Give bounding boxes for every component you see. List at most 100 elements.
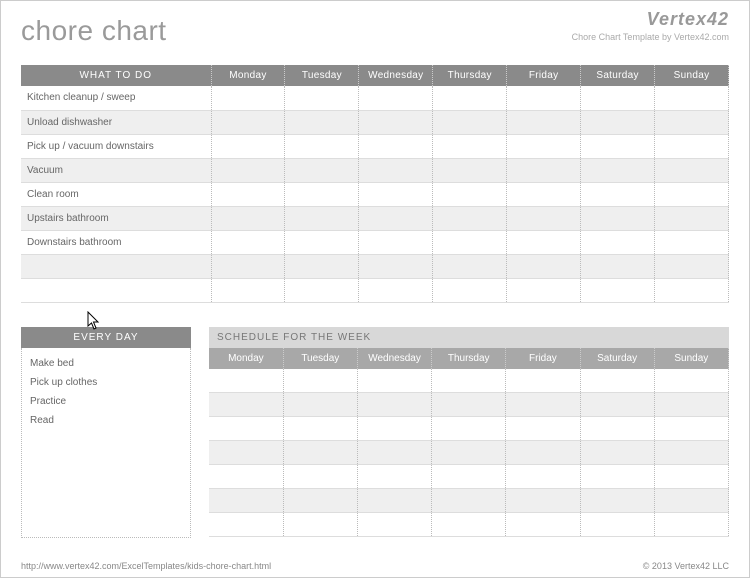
chore-cell bbox=[285, 278, 359, 302]
sched-cell bbox=[209, 465, 283, 489]
chore-cell bbox=[433, 134, 507, 158]
footer: http://www.vertex42.com/ExcelTemplates/k… bbox=[21, 561, 729, 571]
chore-cell bbox=[581, 158, 655, 182]
sched-cell bbox=[506, 393, 580, 417]
sched-cell bbox=[357, 465, 431, 489]
day-header: Monday bbox=[209, 348, 283, 369]
chore-cell bbox=[433, 254, 507, 278]
chore-cell bbox=[655, 254, 729, 278]
sched-cell bbox=[209, 369, 283, 393]
sched-cell bbox=[209, 513, 283, 537]
page: chore chart Vertex42 Chore Chart Templat… bbox=[0, 0, 750, 578]
list-item: Make bed bbox=[30, 354, 182, 373]
sched-cell bbox=[654, 465, 728, 489]
chore-cell bbox=[581, 278, 655, 302]
sched-cell bbox=[432, 393, 506, 417]
chore-cell bbox=[285, 134, 359, 158]
chore-cell bbox=[433, 182, 507, 206]
table-row bbox=[209, 465, 729, 489]
chore-cell bbox=[433, 230, 507, 254]
chore-cell bbox=[655, 230, 729, 254]
sched-cell bbox=[580, 417, 654, 441]
chore-cell bbox=[359, 254, 433, 278]
sched-cell bbox=[654, 369, 728, 393]
sched-cell bbox=[580, 465, 654, 489]
sched-cell bbox=[432, 417, 506, 441]
table-row: Clean room bbox=[21, 182, 729, 206]
chore-cell bbox=[507, 278, 581, 302]
chore-cell bbox=[359, 206, 433, 230]
schedule-panel: SCHEDULE FOR THE WEEK Monday Tuesday Wed… bbox=[209, 327, 729, 538]
chore-cell bbox=[359, 182, 433, 206]
day-header: Thursday bbox=[432, 348, 506, 369]
chore-name: Kitchen cleanup / sweep bbox=[21, 86, 211, 110]
chore-cell bbox=[507, 206, 581, 230]
chore-name: Downstairs bathroom bbox=[21, 230, 211, 254]
chore-cell bbox=[507, 254, 581, 278]
chore-cell bbox=[285, 230, 359, 254]
everyday-panel: EVERY DAY Make bed Pick up clothes Pract… bbox=[21, 327, 191, 538]
chore-cell bbox=[211, 206, 285, 230]
chore-cell bbox=[581, 206, 655, 230]
chore-cell bbox=[581, 86, 655, 110]
table-row: Downstairs bathroom bbox=[21, 230, 729, 254]
chore-name: Pick up / vacuum downstairs bbox=[21, 134, 211, 158]
chore-name bbox=[21, 254, 211, 278]
day-header: Friday bbox=[507, 65, 581, 86]
sched-cell bbox=[432, 465, 506, 489]
sched-cell bbox=[654, 489, 728, 513]
chore-cell bbox=[359, 278, 433, 302]
list-item: Read bbox=[30, 411, 182, 430]
sched-cell bbox=[506, 489, 580, 513]
chore-cell bbox=[507, 110, 581, 134]
schedule-table: Monday Tuesday Wednesday Thursday Friday… bbox=[209, 348, 729, 538]
list-item: Pick up clothes bbox=[30, 373, 182, 392]
schedule-header: SCHEDULE FOR THE WEEK bbox=[209, 327, 729, 348]
chore-name: Vacuum bbox=[21, 158, 211, 182]
chore-cell bbox=[433, 158, 507, 182]
table-row bbox=[209, 369, 729, 393]
chore-cell bbox=[211, 158, 285, 182]
chore-cell bbox=[655, 110, 729, 134]
table-row bbox=[209, 417, 729, 441]
chore-cell bbox=[433, 278, 507, 302]
chore-cell bbox=[507, 230, 581, 254]
everyday-body: Make bed Pick up clothes Practice Read bbox=[21, 348, 191, 538]
sched-cell bbox=[580, 489, 654, 513]
chore-name bbox=[21, 278, 211, 302]
table-row: Kitchen cleanup / sweep bbox=[21, 86, 729, 110]
sched-cell bbox=[432, 489, 506, 513]
chore-cell bbox=[285, 206, 359, 230]
table-row bbox=[21, 254, 729, 278]
list-item: Practice bbox=[30, 392, 182, 411]
sched-cell bbox=[580, 441, 654, 465]
sched-cell bbox=[432, 441, 506, 465]
table-row bbox=[209, 393, 729, 417]
chore-name: Clean room bbox=[21, 182, 211, 206]
chore-body: Kitchen cleanup / sweep Unload dishwashe… bbox=[21, 86, 729, 302]
lower-section: EVERY DAY Make bed Pick up clothes Pract… bbox=[21, 327, 729, 538]
chore-cell bbox=[211, 278, 285, 302]
chore-cell bbox=[581, 110, 655, 134]
chore-cell bbox=[359, 110, 433, 134]
sched-cell bbox=[654, 393, 728, 417]
chore-cell bbox=[507, 86, 581, 110]
table-row bbox=[209, 489, 729, 513]
chore-cell bbox=[433, 110, 507, 134]
chore-name: Unload dishwasher bbox=[21, 110, 211, 134]
chore-cell bbox=[285, 110, 359, 134]
day-header: Wednesday bbox=[357, 348, 431, 369]
sched-cell bbox=[580, 513, 654, 537]
day-header: Tuesday bbox=[283, 348, 357, 369]
chore-table: WHAT TO DO Monday Tuesday Wednesday Thur… bbox=[21, 65, 729, 303]
chore-cell bbox=[581, 134, 655, 158]
chore-cell bbox=[211, 182, 285, 206]
sched-cell bbox=[506, 465, 580, 489]
chore-cell bbox=[507, 158, 581, 182]
day-header: Sunday bbox=[654, 348, 728, 369]
sched-cell bbox=[432, 513, 506, 537]
chore-cell bbox=[655, 278, 729, 302]
chore-cell bbox=[211, 86, 285, 110]
sched-cell bbox=[506, 369, 580, 393]
footer-url: http://www.vertex42.com/ExcelTemplates/k… bbox=[21, 561, 271, 571]
